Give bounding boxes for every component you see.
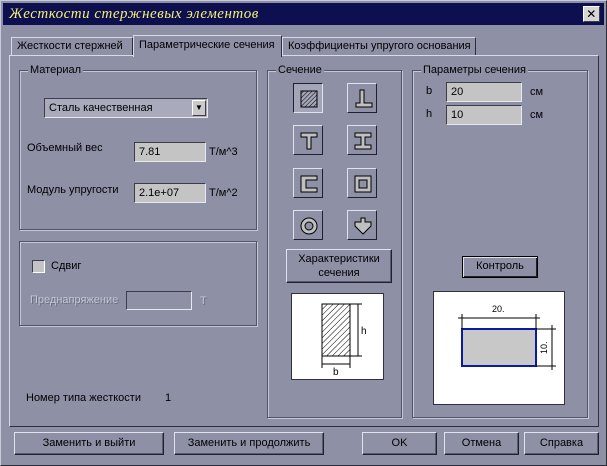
title-bar: Жесткости стержневых элементов ✕ bbox=[3, 3, 604, 25]
tee-section-button[interactable] bbox=[293, 125, 323, 155]
close-button[interactable]: ✕ bbox=[583, 6, 600, 22]
rectangle-section-button[interactable] bbox=[293, 83, 323, 113]
modulus-field[interactable]: 2.1e+07 bbox=[134, 183, 206, 203]
window-title: Жесткости стержневых элементов bbox=[9, 6, 259, 22]
channel-section-icon bbox=[300, 175, 318, 193]
material-select-value: Сталь качественная bbox=[49, 102, 153, 114]
tab-rod-stiffness[interactable]: Жесткости стержней bbox=[11, 37, 133, 55]
weight-field[interactable]: 7.81 bbox=[134, 142, 206, 162]
section-characteristics-button[interactable]: Характеристики сечения bbox=[286, 249, 392, 283]
params-preview: 20. 10. bbox=[433, 291, 565, 405]
modulus-label: Модуль упругости bbox=[27, 184, 119, 196]
angle-section-icon bbox=[355, 89, 373, 108]
i-beam-section-button[interactable] bbox=[347, 125, 377, 155]
h-label: h bbox=[426, 108, 433, 120]
material-group: Материал Сталь качественная ▼ Объемный в… bbox=[19, 63, 257, 230]
ring-section-button[interactable] bbox=[293, 210, 323, 240]
stiffness-type-value: 1 bbox=[165, 392, 172, 404]
section-group-title: Сечение bbox=[276, 63, 324, 77]
section-group: Сечение Характеристики сечения h b bbox=[267, 63, 402, 418]
channel-section-button[interactable] bbox=[293, 168, 323, 198]
tab-elastic-foundation[interactable]: Коэффициенты упругого основания bbox=[282, 37, 476, 55]
weight-unit: Т/м^3 bbox=[209, 146, 238, 158]
b-field[interactable]: 20 bbox=[446, 82, 522, 102]
section-preview: h b bbox=[291, 293, 384, 380]
box-section-icon bbox=[354, 175, 372, 193]
ok-button[interactable]: OK bbox=[362, 432, 437, 455]
material-select[interactable]: Сталь качественная ▼ bbox=[44, 98, 208, 118]
prestress-field[interactable] bbox=[126, 291, 192, 310]
tab-panel: Материал Сталь качественная ▼ Объемный в… bbox=[9, 55, 599, 427]
i-beam-section-icon bbox=[354, 132, 372, 150]
modulus-unit: Т/м^2 bbox=[209, 187, 238, 199]
preview-width-label: 20. bbox=[492, 304, 505, 314]
shear-group: Сдвиг Преднапряжение Т bbox=[19, 241, 257, 326]
h-unit: см bbox=[530, 109, 544, 121]
replace-exit-button[interactable]: Заменить и выйти bbox=[14, 432, 164, 455]
ring-section-icon bbox=[300, 217, 318, 235]
tab-parametric-sections[interactable]: Параметрические сечения bbox=[133, 35, 282, 57]
section-sketch: h b bbox=[321, 303, 367, 378]
material-group-title: Материал bbox=[28, 63, 83, 77]
stiffness-type-label: Номер типа жесткости bbox=[26, 392, 141, 404]
angle-section-button[interactable] bbox=[347, 83, 377, 113]
params-group: Параметры сечения b 20 см h 10 см Контро… bbox=[412, 63, 588, 418]
dialog-window: Жесткости стержневых элементов ✕ Жесткос… bbox=[0, 0, 607, 466]
weight-label: Объемный вес bbox=[27, 142, 103, 154]
help-button[interactable]: Справка bbox=[524, 432, 599, 455]
preview-h-label: h bbox=[361, 326, 367, 337]
cross-section-icon bbox=[354, 217, 372, 235]
box-section-button[interactable] bbox=[347, 168, 377, 198]
chevron-down-icon[interactable]: ▼ bbox=[192, 100, 206, 116]
shear-label: Сдвиг bbox=[51, 260, 82, 272]
replace-continue-button[interactable]: Заменить и продолжить bbox=[174, 432, 324, 455]
preview-b-label: b bbox=[333, 367, 339, 378]
b-label: b bbox=[426, 85, 433, 97]
params-sketch: 20. 10. bbox=[458, 304, 556, 370]
control-button[interactable]: Контроль bbox=[462, 256, 538, 278]
shear-checkbox[interactable] bbox=[32, 260, 45, 273]
rectangle-section-icon bbox=[300, 90, 318, 108]
preview-height-label: 10. bbox=[539, 341, 549, 354]
b-unit: см bbox=[530, 86, 544, 98]
cross-section-button[interactable] bbox=[347, 210, 377, 240]
params-group-title: Параметры сечения bbox=[421, 63, 528, 77]
tee-section-icon bbox=[300, 132, 318, 150]
prestress-label: Преднапряжение bbox=[30, 294, 119, 306]
cancel-button[interactable]: Отмена bbox=[444, 432, 519, 455]
h-field[interactable]: 10 bbox=[446, 105, 522, 125]
prestress-unit: Т bbox=[200, 295, 207, 307]
